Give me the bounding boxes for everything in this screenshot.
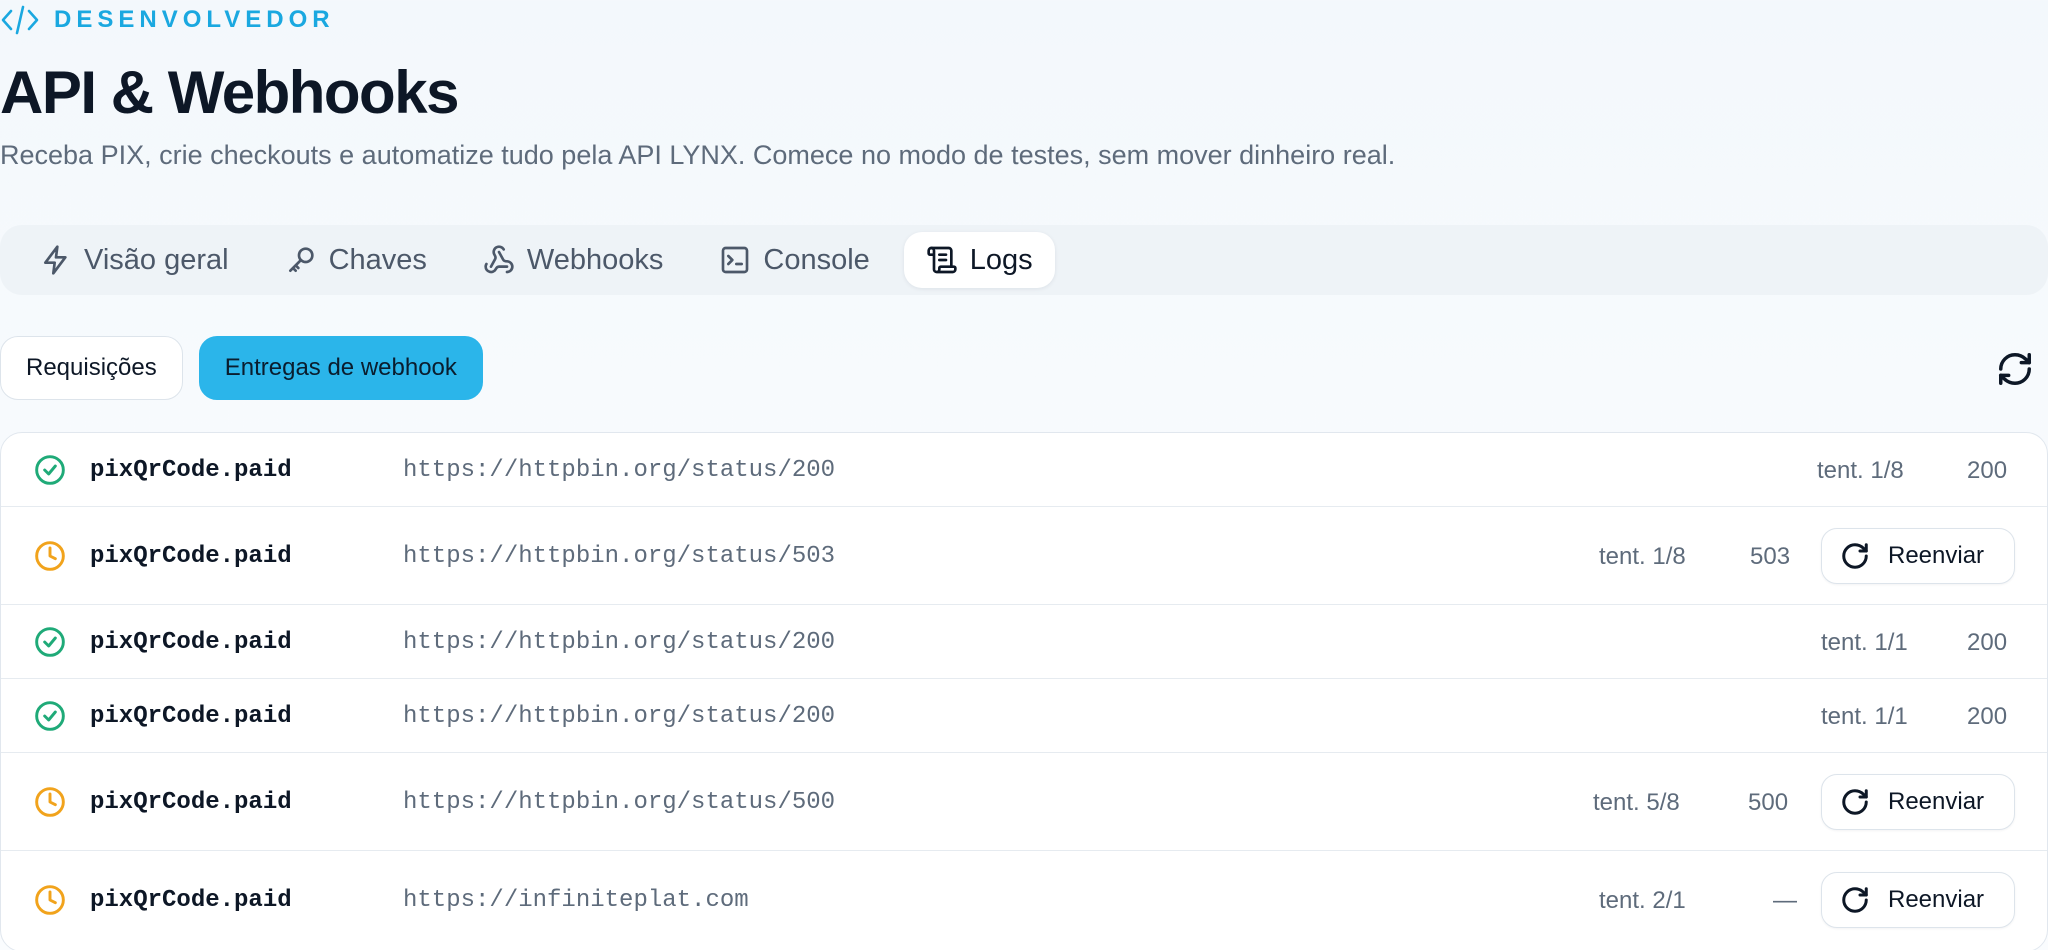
resend-button[interactable]: Reenviar	[1821, 528, 2015, 584]
tab-label: Webhooks	[526, 243, 664, 276]
resend-label: Reenviar	[1888, 886, 1985, 913]
event-name: pixQrCode.paid	[90, 703, 292, 730]
eyebrow-label: DESENVOLVEDOR	[54, 6, 335, 33]
list-item[interactable]: pixQrCode.paid https://httpbin.org/statu…	[1, 679, 2047, 753]
resend-label: Reenviar	[1888, 788, 1985, 815]
tab-webhooks[interactable]: Webhooks	[461, 232, 686, 288]
requests-button[interactable]: Requisições	[0, 336, 183, 400]
check-circle-icon	[34, 454, 66, 486]
refresh-button[interactable]	[1996, 350, 2034, 388]
list-item[interactable]: pixQrCode.paid https://infiniteplat.com …	[1, 851, 2047, 949]
endpoint-url: https://httpbin.org/status/503	[403, 543, 836, 570]
resend-label: Reenviar	[1888, 542, 1985, 569]
retry-icon	[1842, 543, 1868, 569]
terminal-icon	[722, 246, 749, 274]
status-code: —	[1773, 887, 1797, 914]
status-code: 503	[1750, 543, 1791, 570]
list-item[interactable]: pixQrCode.paid https://httpbin.org/statu…	[1, 605, 2047, 679]
event-name: pixQrCode.paid	[90, 629, 292, 656]
status-code: 200	[1967, 457, 2008, 484]
attempt-count: tent. 2/1	[1599, 887, 1686, 914]
list-item[interactable]: pixQrCode.paid https://httpbin.org/statu…	[1, 433, 2047, 507]
endpoint-url: https://httpbin.org/status/200	[403, 629, 836, 656]
endpoint-url: https://httpbin.org/status/200	[403, 703, 836, 730]
tab-label: Visão geral	[84, 243, 229, 276]
attempt-count: tent. 1/1	[1821, 629, 1908, 656]
event-name: pixQrCode.paid	[90, 457, 292, 484]
attempt-count: tent. 1/8	[1817, 457, 1904, 484]
code-icon	[1, 5, 39, 35]
attempt-count: tent. 5/8	[1593, 789, 1680, 816]
tab-label: Chaves	[328, 243, 427, 276]
clock-icon	[34, 884, 66, 916]
resend-button[interactable]: Reenviar	[1821, 872, 2015, 928]
section-eyebrow: DESENVOLVEDOR	[0, 2, 335, 38]
status-code: 200	[1967, 629, 2008, 656]
list-item[interactable]: pixQrCode.paid https://httpbin.org/statu…	[1, 753, 2047, 851]
attempt-count: tent. 1/1	[1821, 703, 1908, 730]
endpoint-url: https://httpbin.org/status/500	[403, 789, 836, 816]
tab-overview[interactable]: Visão geral	[18, 232, 251, 288]
scroll-icon	[927, 246, 957, 274]
page-subtitle: Receba PIX, crie checkouts e automatize …	[0, 140, 1396, 170]
log-type-switch: Requisições Entregas de webhook	[0, 336, 483, 400]
tab-keys[interactable]: Chaves	[263, 232, 449, 288]
check-circle-icon	[34, 700, 66, 732]
resend-button[interactable]: Reenviar	[1821, 774, 2015, 830]
tab-label: Console	[763, 243, 870, 276]
event-name: pixQrCode.paid	[90, 543, 292, 570]
tab-label: Logs	[969, 243, 1033, 276]
endpoint-url: https://httpbin.org/status/200	[403, 457, 836, 484]
bolt-icon	[44, 245, 67, 275]
event-name: pixQrCode.paid	[90, 789, 292, 816]
page-title: API & Webhooks	[0, 59, 459, 126]
retry-icon	[1842, 789, 1868, 815]
webhook-icon	[484, 245, 514, 274]
attempt-count: tent. 1/8	[1599, 543, 1686, 570]
status-code: 200	[1967, 703, 2008, 730]
tab-bar: Visão geral Chaves Webhooks Console Logs	[0, 225, 2048, 295]
status-code: 500	[1748, 789, 1789, 816]
refresh-icon	[1999, 353, 2031, 385]
event-name: pixQrCode.paid	[90, 887, 292, 914]
check-circle-icon	[34, 626, 66, 658]
list-item[interactable]: pixQrCode.paid https://httpbin.org/statu…	[1, 507, 2047, 605]
tab-console[interactable]: Console	[697, 232, 891, 288]
key-icon	[288, 247, 314, 272]
endpoint-url: https://infiniteplat.com	[403, 887, 749, 914]
clock-icon	[34, 786, 66, 818]
webhook-deliveries-button[interactable]: Entregas de webhook	[198, 336, 483, 400]
retry-icon	[1842, 887, 1868, 913]
clock-icon	[34, 540, 66, 572]
tab-logs[interactable]: Logs	[903, 232, 1055, 288]
webhook-deliveries-list: pixQrCode.paid https://httpbin.org/statu…	[0, 432, 2048, 950]
